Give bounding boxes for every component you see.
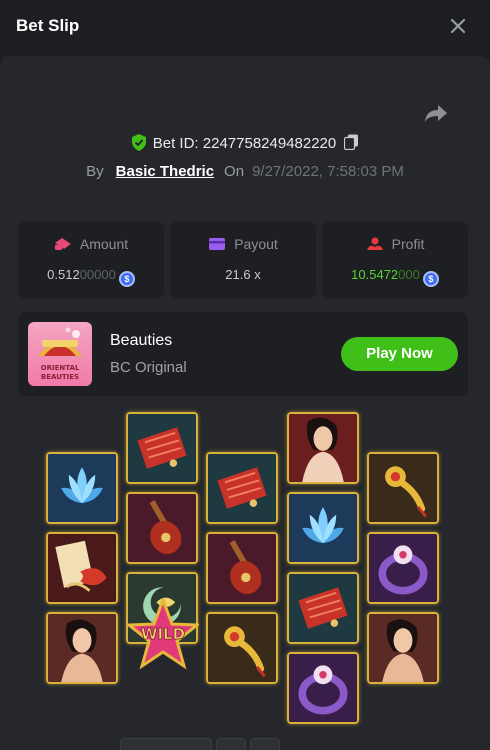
fan-symbol bbox=[206, 452, 278, 524]
amount-label: Amount bbox=[79, 236, 129, 252]
amount-card: Amount 0.51200000 $ bbox=[18, 221, 164, 299]
fan-symbol bbox=[126, 412, 198, 484]
copy-icon[interactable] bbox=[344, 134, 359, 151]
stats-row: Amount 0.51200000 $ Payout 21.6 x Profit … bbox=[18, 221, 468, 299]
bracelet-symbol bbox=[367, 532, 439, 604]
profit-card: Profit 10.5472000 $ bbox=[322, 221, 468, 299]
pipa-symbol bbox=[206, 532, 278, 604]
game-card: ORIENTAL BEAUTIES Beauties BC Original P… bbox=[18, 312, 468, 396]
lady-symbol bbox=[287, 412, 359, 484]
bottom-tabs bbox=[120, 738, 370, 750]
wild-symbol: WILD bbox=[124, 595, 202, 670]
scroll-fish-symbol bbox=[46, 532, 118, 604]
coin-icon: $ bbox=[118, 271, 135, 287]
svg-text:ORIENTAL: ORIENTAL bbox=[41, 364, 80, 372]
profit-value: 10.5472 bbox=[351, 267, 399, 282]
amount-value: 0.512 bbox=[47, 267, 80, 282]
header: Bet Slip bbox=[0, 0, 490, 56]
lady-symbol bbox=[367, 612, 439, 684]
close-icon[interactable] bbox=[448, 16, 468, 36]
coin-icon: $ bbox=[422, 271, 439, 287]
payout-icon bbox=[208, 237, 226, 251]
game-thumbnail[interactable]: ORIENTAL BEAUTIES bbox=[28, 322, 92, 386]
by-label: By bbox=[86, 163, 104, 180]
lotus-symbol bbox=[46, 452, 118, 524]
tab[interactable] bbox=[216, 738, 246, 750]
game-provider: BC Original bbox=[110, 359, 187, 376]
tab[interactable] bbox=[120, 738, 212, 750]
tab[interactable] bbox=[250, 738, 280, 750]
game-name: Beauties bbox=[110, 332, 173, 349]
share-icon[interactable] bbox=[424, 102, 448, 124]
payout-card: Payout 21.6 x bbox=[170, 221, 316, 299]
play-now-button[interactable]: Play Now bbox=[341, 337, 458, 371]
bet-id: Bet ID: 2247758249482220 bbox=[152, 135, 337, 152]
pipa-symbol bbox=[126, 492, 198, 564]
byline: By Basic Thedric On 9/27/2022, 7:58:03 PM bbox=[0, 163, 490, 180]
ruyi-symbol bbox=[367, 452, 439, 524]
on-label: On bbox=[224, 163, 245, 180]
lady-symbol bbox=[46, 612, 118, 684]
ruyi-symbol bbox=[206, 612, 278, 684]
bet-id-row: Bet ID: 2247758249482220 bbox=[0, 134, 490, 152]
username-link[interactable]: Basic Thedric bbox=[116, 163, 214, 180]
profit-icon bbox=[366, 237, 384, 251]
shield-check-icon bbox=[131, 134, 147, 151]
amount-value-trailing: 00000 bbox=[79, 267, 116, 282]
fan-symbol bbox=[287, 572, 359, 644]
payout-label: Payout bbox=[234, 236, 278, 252]
bet-date: 9/27/2022, 7:58:03 PM bbox=[252, 163, 404, 180]
amount-icon bbox=[54, 237, 72, 251]
profit-value-trailing: 000 bbox=[398, 267, 420, 282]
payout-value: 21.6 x bbox=[225, 267, 261, 282]
profit-label: Profit bbox=[391, 236, 425, 252]
lotus-symbol bbox=[287, 492, 359, 564]
page-title: Bet Slip bbox=[16, 16, 80, 35]
bracelet-symbol bbox=[287, 652, 359, 724]
svg-text:WILD: WILD bbox=[141, 625, 185, 643]
svg-text:BEAUTIES: BEAUTIES bbox=[41, 373, 79, 381]
